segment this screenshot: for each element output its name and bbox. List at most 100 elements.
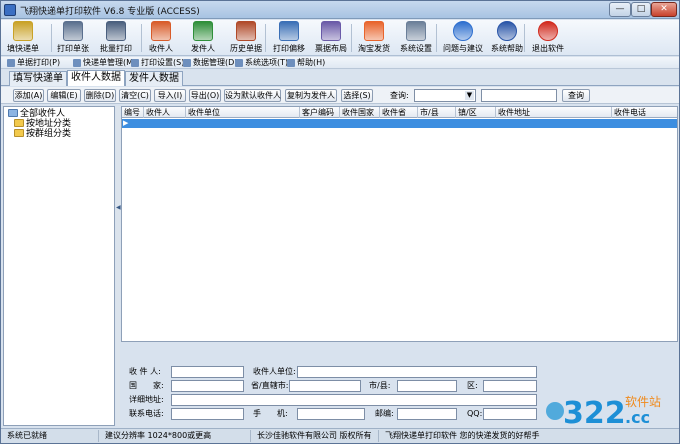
- main-toolbar: 填快递单 打印单张 批量打印 收件人 发件人 历史单据 打印偏移 票据布局 淘宝发货 系统设置 问题…: [1, 20, 679, 56]
- pen-icon: [13, 21, 33, 41]
- recipient-table[interactable]: 编号 收件人 收件单位 客户编码 收件国家 收件省 市/县 镇/区 收件地址 收件电话 ▶: [121, 106, 678, 342]
- print-single-button[interactable]: 打印单张: [55, 21, 91, 55]
- printer-icon: [63, 21, 83, 41]
- maximize-button[interactable]: □: [631, 2, 651, 17]
- menu-item-label: 帮助(H): [297, 58, 326, 67]
- exit-button[interactable]: 退出软件: [528, 21, 568, 55]
- menu-item-1[interactable]: 快递单管理(M): [71, 57, 136, 69]
- toolbar-separator: [51, 24, 52, 52]
- postcode-label: 邮编:: [375, 409, 394, 418]
- column-header[interactable]: 客户编码: [300, 107, 340, 118]
- company-input[interactable]: [297, 366, 537, 378]
- close-window-button[interactable]: ✕: [651, 2, 677, 17]
- mobile-input[interactable]: [297, 408, 365, 420]
- column-header[interactable]: 编号: [122, 107, 144, 118]
- watermark-domain: .cc: [625, 408, 650, 427]
- feedback-button[interactable]: 问题与建议: [439, 21, 487, 55]
- window-title: 飞翔快递单打印软件 V6.8 专业版 (ACCESS): [20, 7, 200, 17]
- batch-print-button[interactable]: 批量打印: [97, 21, 135, 55]
- watermark-number: 322: [563, 396, 626, 429]
- add-button[interactable]: 添加(A): [13, 89, 44, 102]
- qq-input[interactable]: [483, 408, 537, 420]
- query-input[interactable]: [481, 89, 557, 102]
- city-input[interactable]: [397, 380, 457, 392]
- status-copyright: 长沙佳驰软件有限公司 版权所有: [253, 430, 379, 442]
- category-tree[interactable]: 全部收件人 按地址分类 按群组分类: [3, 106, 115, 426]
- select-button[interactable]: 选择(S): [341, 89, 373, 102]
- title-bar[interactable]: 飞翔快递单打印软件 V6.8 专业版 (ACCESS) — □ ✕: [1, 1, 679, 19]
- phone-label: 联系电话:: [129, 409, 164, 418]
- column-header[interactable]: 收件地址: [496, 107, 612, 118]
- menu-icon: [287, 59, 295, 67]
- column-header[interactable]: 收件电话: [612, 107, 677, 118]
- toolbar-label: 历史单据: [230, 44, 262, 53]
- country-input[interactable]: [171, 380, 244, 392]
- panel-splitter[interactable]: ◀: [116, 106, 121, 426]
- help-icon: [497, 21, 517, 41]
- recipient-button[interactable]: 收件人: [144, 21, 178, 55]
- menu-item-2[interactable]: 打印设置(S): [129, 57, 184, 69]
- tab-2[interactable]: 发件人数据: [125, 71, 183, 86]
- watermark-brand: 软件站: [625, 395, 661, 409]
- help-button[interactable]: 系统帮助: [487, 21, 527, 55]
- table-row-selected[interactable]: ▶: [122, 119, 677, 128]
- postcode-input[interactable]: [397, 408, 457, 420]
- menu-bar: 单据打印(P) 快递单管理(M) 打印设置(S) 数据管理(D) 系统选项(T) 帮助(H…: [1, 57, 679, 69]
- menu-item-0[interactable]: 单据打印(P): [5, 57, 60, 69]
- offset-icon: [279, 21, 299, 41]
- layout-button[interactable]: 票据布局: [312, 21, 350, 55]
- clear-button[interactable]: 清空(C): [119, 89, 151, 102]
- tab-1[interactable]: 收件人数据: [67, 70, 125, 86]
- row-pointer-icon: ▶: [123, 119, 129, 127]
- delete-button[interactable]: 删除(D): [84, 89, 116, 102]
- table-header: 编号 收件人 收件单位 客户编码 收件国家 收件省 市/县 镇/区 收件地址 收件电话: [122, 107, 677, 118]
- fill-waybill-button[interactable]: 填快递单: [5, 21, 41, 55]
- toolbar-label: 系统帮助: [491, 44, 523, 53]
- tree-item-by-group[interactable]: 按群组分类: [14, 129, 71, 139]
- recipient-input[interactable]: [171, 366, 244, 378]
- recipient-label: 收 件 人:: [129, 367, 161, 376]
- watermark-dot-icon: [546, 402, 564, 420]
- copy-to-sender-button[interactable]: 复制为发件人: [285, 89, 337, 102]
- app-logo-icon: [4, 4, 16, 16]
- gear-icon: [406, 21, 426, 41]
- query-button[interactable]: 查询: [562, 89, 590, 102]
- menu-item-4[interactable]: 系统选项(T): [233, 57, 288, 69]
- column-header[interactable]: 市/县: [418, 107, 456, 118]
- menu-item-3[interactable]: 数据管理(D): [181, 57, 237, 69]
- tree-item-by-address[interactable]: 按地址分类: [14, 119, 71, 129]
- history-button[interactable]: 历史单据: [227, 21, 265, 55]
- layout-icon: [321, 21, 341, 41]
- query-field-select[interactable]: ▼: [414, 89, 476, 102]
- edit-button[interactable]: 编辑(E): [47, 89, 81, 102]
- taobao-ship-button[interactable]: 淘宝发货: [355, 21, 393, 55]
- column-header[interactable]: 收件国家: [340, 107, 380, 118]
- status-bar: 系统已就绪 建议分辨率 1024*800或更高 长沙佳驰软件有限公司 版权所有 …: [1, 428, 679, 443]
- print-offset-button[interactable]: 打印偏移: [268, 21, 310, 55]
- minimize-button[interactable]: —: [609, 2, 631, 17]
- import-button[interactable]: 导入(I): [154, 89, 186, 102]
- district-input[interactable]: [483, 380, 537, 392]
- export-button[interactable]: 导出(O): [189, 89, 221, 102]
- taobao-icon: [364, 21, 384, 41]
- address-label: 详细地址:: [129, 395, 164, 404]
- splitter-arrow-icon[interactable]: ◀: [116, 202, 121, 214]
- column-header[interactable]: 收件人: [144, 107, 186, 118]
- column-header[interactable]: 收件省: [380, 107, 418, 118]
- tree-item-all-recipients[interactable]: 全部收件人: [8, 109, 65, 119]
- settings-button[interactable]: 系统设置: [397, 21, 435, 55]
- chevron-down-icon[interactable]: ▼: [465, 91, 474, 100]
- menu-item-5[interactable]: 帮助(H): [285, 57, 325, 69]
- column-header[interactable]: 收件单位: [186, 107, 300, 118]
- tab-0[interactable]: 填写快递单: [9, 71, 67, 86]
- tree-item-label: 全部收件人: [20, 109, 66, 119]
- toolbar-label: 收件人: [149, 44, 173, 53]
- address-input[interactable]: [171, 394, 537, 406]
- province-input[interactable]: [289, 380, 361, 392]
- phone-input[interactable]: [171, 408, 244, 420]
- tab-bar: 填写快递单 收件人数据 发件人数据: [1, 70, 679, 86]
- sender-button[interactable]: 发件人: [184, 21, 222, 55]
- column-header[interactable]: 镇/区: [456, 107, 496, 118]
- set-default-recipient-button[interactable]: 设为默认收件人: [224, 89, 281, 102]
- info-icon: [453, 21, 473, 41]
